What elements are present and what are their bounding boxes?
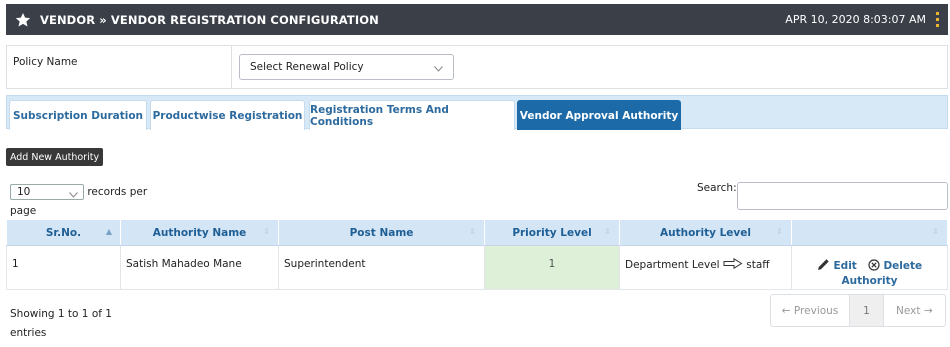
pagination: ← Previous 1 Next → — [770, 294, 946, 327]
renewal-policy-select-value: Select Renewal Policy — [250, 61, 364, 73]
chevron-down-icon — [69, 188, 78, 202]
kebab-menu-icon[interactable] — [936, 12, 940, 27]
cancel-circle-icon — [868, 259, 884, 272]
cell-priority-level: 1 — [484, 245, 620, 290]
sort-asc-icon: ▲ — [105, 227, 112, 236]
pencil-icon — [817, 259, 834, 272]
add-new-authority-button[interactable]: Add New Authority — [6, 148, 103, 166]
col-authority-level[interactable]: Authority Level ⇕ — [619, 219, 792, 246]
page-length-value: 10 — [17, 186, 31, 198]
star-icon[interactable] — [10, 12, 36, 28]
page-1-button[interactable]: 1 — [850, 295, 884, 326]
table-row: 1 Satish Mahadeo Mane Superintendent 1 D… — [6, 245, 948, 290]
cell-sr-no: 1 — [6, 245, 121, 290]
page-length-select[interactable]: 10 — [10, 184, 84, 200]
renewal-policy-select[interactable]: Select Renewal Policy — [239, 54, 454, 80]
sort-icon: ⇕ — [263, 227, 270, 236]
authority-level-from: Department Level — [625, 259, 720, 271]
search-label: Search: — [697, 182, 737, 194]
tab-vendor-approval-authority[interactable]: Vendor Approval Authority — [517, 100, 681, 130]
table-info-line-2: entries — [10, 327, 47, 339]
col-post-name-label: Post Name — [349, 226, 414, 239]
page-length-label-2: page — [10, 205, 37, 217]
chevron-down-icon — [434, 63, 443, 75]
col-priority-level[interactable]: Priority Level ⇕ — [484, 219, 620, 246]
edit-link[interactable]: Edit — [817, 259, 861, 272]
tab-registration-terms[interactable]: Registration Terms And Conditions — [309, 100, 515, 130]
tabs-bar: Subscription Duration Productwise Regist… — [6, 95, 948, 130]
edit-label: Edit — [833, 260, 857, 272]
next-page-button[interactable]: Next → — [884, 295, 945, 326]
table-header-row: Sr.No. ▲ Authority Name ⇕ Post Name ⇕ Prior… — [6, 219, 948, 246]
cell-actions: Edit Delete Authority — [791, 245, 948, 290]
authority-table: Sr.No. ▲ Authority Name ⇕ Post Name ⇕ Prior… — [6, 219, 948, 290]
sort-icon: ⇕ — [932, 227, 939, 236]
delete-label: Delete — [883, 260, 923, 272]
sort-icon: ⇕ — [604, 227, 611, 236]
cell-authority-level: Department Level staff — [619, 245, 792, 290]
policy-select-wrap: Select Renewal Policy — [6, 45, 948, 89]
previous-page-button[interactable]: ← Previous — [771, 295, 851, 326]
col-authority-name[interactable]: Authority Name ⇕ — [120, 219, 279, 246]
arrow-right-icon — [723, 257, 746, 271]
col-post-name[interactable]: Post Name ⇕ — [278, 219, 485, 246]
table-info: Showing 1 to 1 of 1 entries — [10, 305, 112, 343]
page-length-label: records per — [87, 186, 148, 198]
table-info-line-1: Showing 1 to 1 of 1 — [10, 308, 112, 320]
cell-post-name: Superintendent — [278, 245, 485, 290]
col-sr-no-label: Sr.No. — [45, 226, 82, 239]
page-title: VENDOR » VENDOR REGISTRATION CONFIGURATI… — [40, 12, 379, 27]
col-actions[interactable]: ⇕ — [791, 219, 948, 246]
col-authority-level-label: Authority Level — [660, 226, 751, 239]
sort-icon: ⇕ — [469, 227, 476, 236]
col-authority-name-label: Authority Name — [152, 226, 247, 239]
authority-level-to: staff — [746, 259, 770, 271]
cell-authority-name: Satish Mahadeo Mane — [120, 245, 279, 290]
search-input[interactable] — [737, 182, 948, 210]
col-sr-no[interactable]: Sr.No. ▲ — [6, 219, 121, 246]
tab-subscription-duration[interactable]: Subscription Duration — [9, 100, 147, 130]
delete-label-2: Authority — [841, 275, 898, 287]
tab-productwise-registration[interactable]: Productwise Registration — [150, 100, 305, 130]
sort-icon: ⇕ — [776, 227, 783, 236]
col-priority-level-label: Priority Level — [512, 226, 592, 239]
top-bar: VENDOR » VENDOR REGISTRATION CONFIGURATI… — [6, 4, 948, 35]
datetime: APR 10, 2020 8:03:07 AM — [785, 13, 926, 26]
page-length-control: 10 records per — [10, 184, 147, 200]
